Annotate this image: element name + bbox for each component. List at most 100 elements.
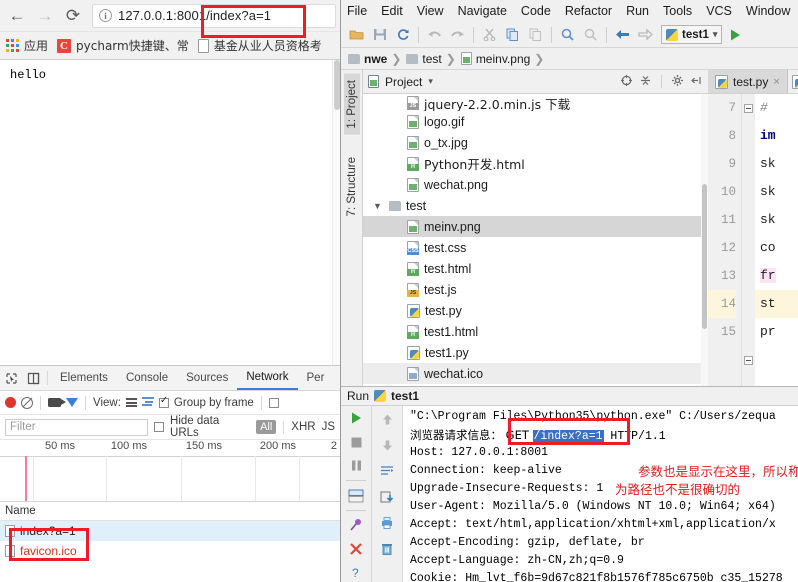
hide-panel-icon[interactable] <box>690 74 703 90</box>
collapse-all-icon[interactable] <box>639 74 652 90</box>
undo-icon[interactable] <box>424 24 445 45</box>
find-icon[interactable] <box>557 24 578 45</box>
stop-icon[interactable] <box>346 433 366 452</box>
breadcrumb-meinv[interactable]: meinv.png <box>461 52 534 66</box>
menu-code[interactable]: Code <box>521 4 551 18</box>
capture-screenshots-icon[interactable] <box>48 398 61 407</box>
help-icon[interactable]: ? <box>346 563 366 582</box>
sidebar-item-project[interactable]: 1: Project <box>344 74 360 135</box>
device-toolbar-icon[interactable] <box>22 366 44 390</box>
type-filter-xhr[interactable]: XHR <box>291 421 315 433</box>
tree-item-test-css[interactable]: CSS test.css <box>363 237 708 258</box>
tree-item-test1-html[interactable]: H test1.html <box>363 321 708 342</box>
table-row[interactable]: favicon.ico <box>0 541 340 561</box>
tab-elements[interactable]: Elements <box>51 366 117 390</box>
bookmark-fund-exam[interactable]: 基金从业人员资格考 <box>198 37 322 54</box>
chevron-down-icon[interactable]: ▾ <box>428 76 433 87</box>
pause-icon[interactable] <box>346 456 366 475</box>
group-by-frame-checkbox[interactable] <box>159 398 169 408</box>
redo-icon[interactable] <box>447 24 468 45</box>
tree-item-logo-gif[interactable]: logo.gif <box>363 111 708 132</box>
site-info-icon[interactable]: i <box>99 9 112 22</box>
gear-icon[interactable] <box>671 74 684 90</box>
tab-test-py[interactable]: test.py × <box>708 70 788 93</box>
reload-icon[interactable]: ⟳ <box>60 3 86 29</box>
menu-run[interactable]: Run <box>626 4 649 18</box>
chevron-down-icon[interactable]: ▾ <box>713 29 718 40</box>
preserve-log-checkbox[interactable] <box>269 398 279 408</box>
waterfall-view-icon[interactable] <box>142 397 154 408</box>
chevron-down-icon[interactable]: ▼ <box>373 201 384 211</box>
bookmark-apps[interactable]: 应用 <box>6 37 48 54</box>
clear-icon[interactable] <box>21 397 33 409</box>
menu-tools[interactable]: Tools <box>663 4 692 18</box>
print-icon[interactable] <box>377 513 397 533</box>
close-icon[interactable]: × <box>773 76 779 88</box>
export-icon[interactable] <box>377 487 397 507</box>
tree-item-meinv-png[interactable]: meinv.png <box>363 216 708 237</box>
tree-item-jquery[interactable]: JS jquery-2.2.0.min.js 下载 <box>363 95 708 111</box>
navigate-back-icon[interactable] <box>612 24 633 45</box>
paste-icon[interactable] <box>525 24 546 45</box>
tab-console[interactable]: Console <box>117 366 177 390</box>
tree-item-test1-py[interactable]: test1.py <box>363 342 708 363</box>
fold-gutter[interactable] <box>742 94 755 386</box>
menu-window[interactable]: Window <box>746 4 790 18</box>
copy-icon[interactable] <box>502 24 523 45</box>
navigate-forward-icon[interactable] <box>635 24 656 45</box>
rerun-icon[interactable] <box>346 409 366 428</box>
restore-layout-icon[interactable] <box>346 486 366 505</box>
code-editor[interactable]: 7 8 9 10 11 12 13 14 15 # im sk <box>708 94 798 386</box>
menu-vcs[interactable]: VCS <box>706 4 732 18</box>
type-filter-all[interactable]: All <box>256 420 276 434</box>
run-console-output[interactable]: "C:\Program Files\Python35\python.exe" C… <box>403 406 798 582</box>
filter-icon[interactable] <box>66 398 78 407</box>
scroll-thumb[interactable] <box>702 184 707 329</box>
address-bar[interactable]: i 127.0.0.1:8001/index?a=1 <box>92 4 336 28</box>
collapse-fold-icon[interactable] <box>744 104 753 113</box>
soft-wrap-icon[interactable] <box>377 461 397 481</box>
collapse-fold-icon[interactable] <box>744 356 753 365</box>
menu-refactor[interactable]: Refactor <box>565 4 612 18</box>
record-icon[interactable] <box>5 397 16 408</box>
breadcrumb-nwe[interactable]: nwe <box>348 52 391 66</box>
filter-input[interactable]: Filter <box>5 419 148 436</box>
tab-sources[interactable]: Sources <box>177 366 237 390</box>
page-scrollbar[interactable] <box>332 60 340 365</box>
type-filter-js[interactable]: JS <box>322 421 335 433</box>
requests-table-header[interactable]: Name <box>0 502 340 521</box>
sync-icon[interactable] <box>392 24 413 45</box>
menu-navigate[interactable]: Navigate <box>458 4 507 18</box>
tree-item-test-html[interactable]: H test.html <box>363 258 708 279</box>
tab-next[interactable] <box>788 70 798 93</box>
tree-item-wechat-ico[interactable]: wechat.ico <box>363 363 708 384</box>
open-folder-icon[interactable] <box>346 24 367 45</box>
table-row[interactable]: index?a=1 <box>0 521 340 541</box>
bookmark-pycharm-shortcuts[interactable]: C pycharm快捷键、常 <box>57 37 189 54</box>
project-scrollbar[interactable] <box>701 94 708 386</box>
trash-icon[interactable] <box>377 539 397 559</box>
tree-item-test-py[interactable]: test.py <box>363 300 708 321</box>
close-icon[interactable] <box>346 540 366 559</box>
locate-icon[interactable] <box>620 74 633 90</box>
inspect-element-icon[interactable] <box>0 366 22 390</box>
tree-item-o-tx-jpg[interactable]: o_tx.jpg <box>363 132 708 153</box>
save-icon[interactable] <box>369 24 390 45</box>
tree-item-wechat-png[interactable]: wechat.png <box>363 174 708 195</box>
menu-file[interactable]: File <box>347 4 367 18</box>
tab-performance[interactable]: Per <box>298 366 334 390</box>
cut-icon[interactable] <box>479 24 500 45</box>
breadcrumb-test[interactable]: test <box>406 52 445 66</box>
scroll-down-icon[interactable] <box>377 435 397 455</box>
run-configuration-selector[interactable]: test1 ▾ <box>661 25 722 44</box>
run-button[interactable] <box>724 24 745 45</box>
sidebar-item-structure[interactable]: 7: Structure <box>344 151 360 222</box>
tree-item-python-html[interactable]: H Python开发.html <box>363 153 708 174</box>
list-view-icon[interactable] <box>126 398 137 407</box>
pin-icon[interactable] <box>346 516 366 535</box>
back-icon[interactable]: ← <box>4 3 30 29</box>
tree-item-test-js[interactable]: JS test.js <box>363 279 708 300</box>
scroll-up-icon[interactable] <box>377 409 397 429</box>
hide-data-urls-checkbox[interactable] <box>154 422 164 432</box>
code-text[interactable]: # im sk sk sk co fr st pr <box>755 94 798 386</box>
